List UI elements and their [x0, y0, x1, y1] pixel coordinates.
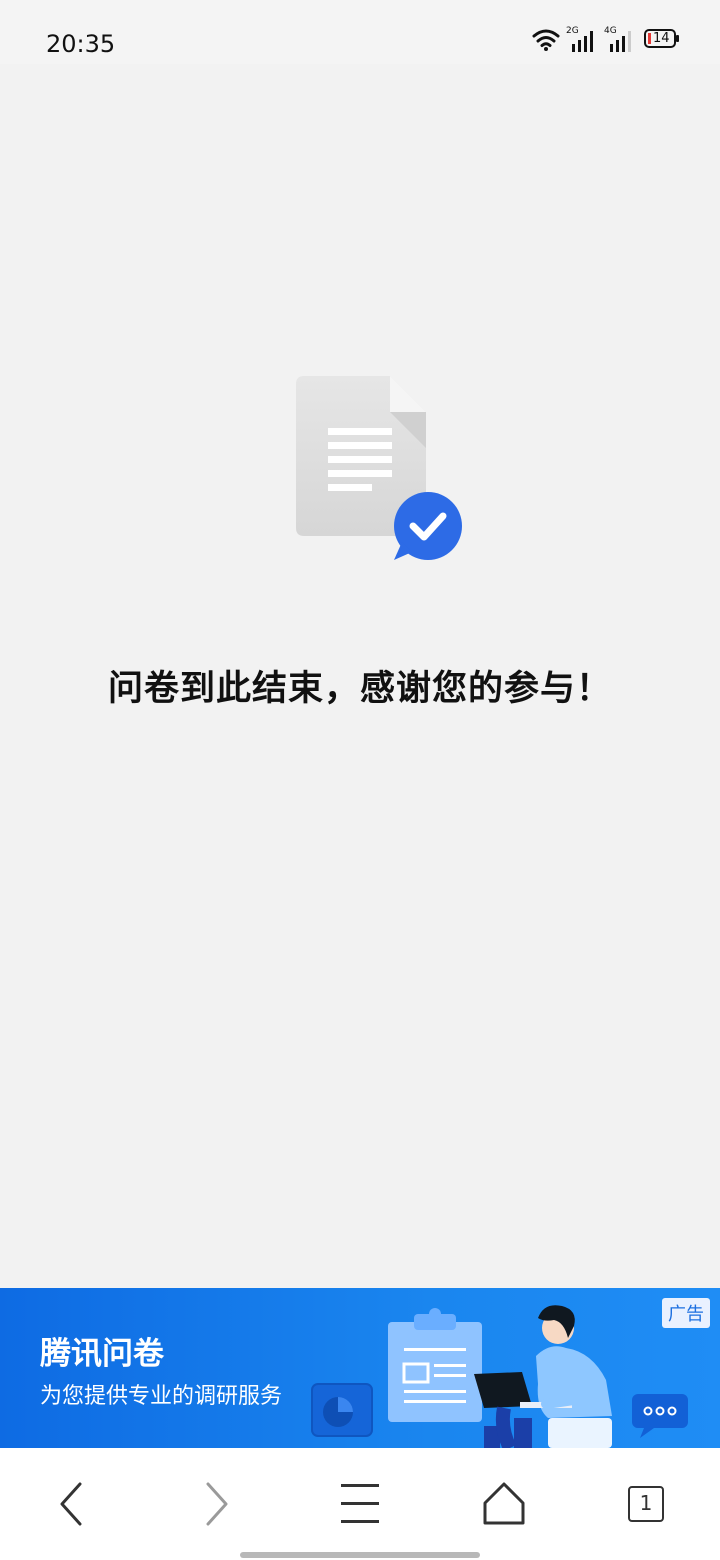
survey-complete-illustration — [296, 376, 462, 560]
tabs-button[interactable]: 1 — [618, 1476, 678, 1532]
survey-end-message: 问卷到此结束，感谢您的参与！ — [107, 669, 612, 709]
ad-badge: 广告 — [662, 1298, 710, 1328]
chart-card-icon — [311, 1383, 373, 1437]
clipboard-icon — [388, 1308, 482, 1422]
signal-2g-icon: 2G — [566, 26, 600, 56]
forward-button[interactable] — [186, 1476, 246, 1532]
status-time: 20:35 — [46, 30, 116, 58]
back-icon — [60, 1482, 82, 1526]
battery-icon: 14 — [644, 28, 680, 54]
back-button[interactable] — [42, 1476, 102, 1532]
signal-4g-icon: 4G — [604, 26, 638, 56]
chat-bubble-icon — [632, 1394, 688, 1438]
tabs-icon: 1 — [628, 1486, 664, 1522]
person-with-laptop-icon — [474, 1305, 612, 1448]
forward-icon — [206, 1482, 228, 1526]
ad-subtitle: 为您提供专业的调研服务 — [40, 1384, 283, 1409]
browser-bottom-nav: 1 — [0, 1448, 720, 1560]
wifi-icon — [532, 28, 560, 56]
home-indicator[interactable] — [240, 1552, 480, 1558]
ad-illustration — [311, 1305, 688, 1448]
home-button[interactable] — [474, 1476, 534, 1532]
menu-button[interactable] — [330, 1476, 390, 1532]
ad-title: 腾讯问卷 — [40, 1336, 164, 1372]
ad-banner[interactable]: 腾讯问卷 为您提供专业的调研服务 广告 — [0, 1288, 720, 1448]
check-badge-icon — [394, 492, 462, 560]
menu-icon — [341, 1484, 379, 1523]
status-bar: 20:35 2G 4G 14 — [0, 0, 720, 64]
home-icon — [483, 1482, 525, 1525]
